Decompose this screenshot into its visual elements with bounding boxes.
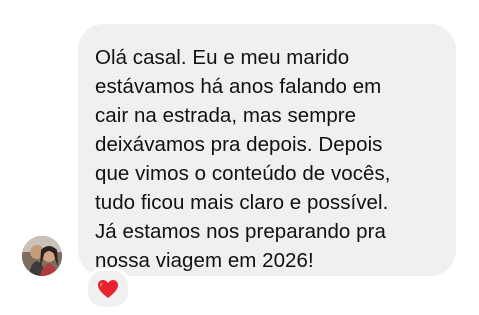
message-bubble[interactable]: Olá casal. Eu e meu marido estávamos há … [78, 24, 456, 276]
reaction-badge[interactable] [85, 268, 131, 310]
sender-avatar[interactable] [22, 236, 62, 276]
message-text: Olá casal. Eu e meu marido estávamos há … [95, 46, 391, 272]
message-row: Olá casal. Eu e meu marido estávamos há … [0, 0, 479, 315]
heart-icon [98, 280, 118, 298]
